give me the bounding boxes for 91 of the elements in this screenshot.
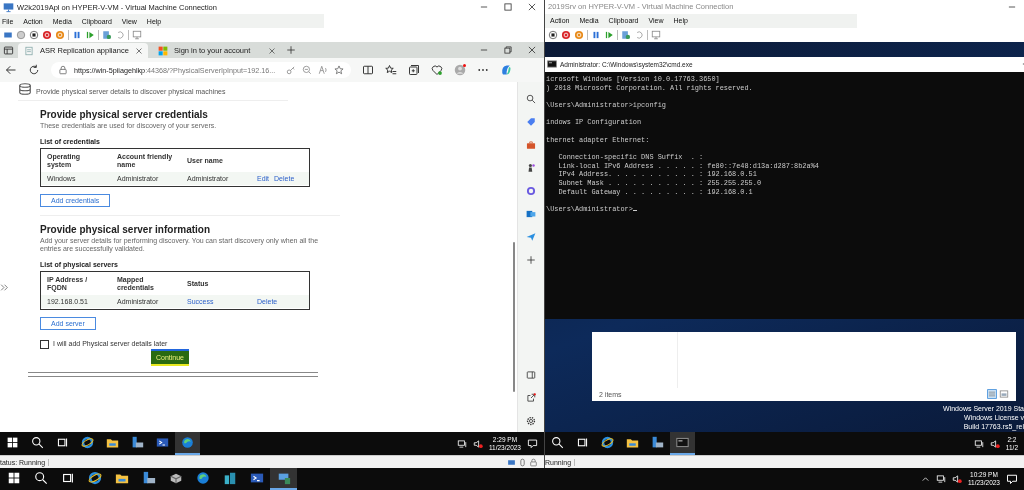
ring-icon <box>526 186 536 196</box>
paper-plane-icon <box>526 232 536 242</box>
network-icon <box>935 474 946 484</box>
undo-icon <box>634 29 644 40</box>
restore-icon <box>503 45 513 55</box>
document-icon <box>24 45 34 56</box>
monitor-icon <box>651 29 661 40</box>
close-icon <box>527 45 537 55</box>
zoom-out-icon <box>302 65 312 75</box>
settings-icon <box>526 416 536 426</box>
task-view-icon <box>60 471 75 485</box>
external-link-icon <box>526 393 536 403</box>
sidebar-icon <box>526 370 536 380</box>
search-icon <box>33 471 48 485</box>
chevron-up-icon <box>920 474 930 484</box>
start-icon <box>6 471 21 485</box>
section-title: Provide physical server information <box>40 223 212 235</box>
plus-icon <box>286 45 296 55</box>
undo-icon <box>115 30 125 40</box>
taskbar-button[interactable] <box>670 432 695 456</box>
terminal-icon <box>156 436 169 449</box>
vm-icon <box>3 1 14 13</box>
checkbox[interactable] <box>40 339 49 349</box>
database-icon <box>18 82 32 96</box>
keyboard-icon <box>507 457 516 467</box>
key-icon <box>286 65 296 75</box>
folder-icon <box>106 436 119 449</box>
volume-icon <box>472 438 483 449</box>
lock-icon <box>58 65 68 75</box>
mail-icon <box>526 209 536 219</box>
terminal-icon <box>249 471 264 485</box>
plus-icon <box>526 255 536 265</box>
split-screen-icon <box>362 64 374 76</box>
task-view-icon <box>576 436 589 450</box>
search-icon <box>526 94 536 104</box>
notification-icon <box>1006 473 1018 485</box>
network-icon <box>456 438 467 449</box>
folder-icon <box>626 436 639 450</box>
checkpoint-icon <box>621 29 631 40</box>
terminal-icon <box>676 436 689 450</box>
play-icon <box>604 29 614 40</box>
monitor-icon <box>132 30 142 40</box>
double-chevron-icon <box>0 282 9 292</box>
search-icon <box>551 436 564 450</box>
collections-icon <box>408 64 420 76</box>
volume-icon <box>951 474 962 484</box>
server-icon <box>651 436 664 450</box>
search-icon <box>31 436 44 449</box>
maximize-icon <box>503 2 513 12</box>
refresh-icon <box>28 64 40 76</box>
circle-icon <box>16 30 26 40</box>
browser-icon <box>601 436 614 450</box>
back-icon <box>5 64 17 76</box>
browser-icon <box>81 436 94 449</box>
terminal-icon <box>547 59 557 70</box>
close-icon <box>268 46 276 55</box>
browser-icon <box>87 471 102 485</box>
tab-actions-icon <box>3 44 14 56</box>
pause-icon <box>72 30 82 40</box>
start-icon <box>6 436 19 449</box>
close-icon <box>527 2 537 12</box>
tag-icon <box>526 117 536 127</box>
star-icon <box>334 65 344 75</box>
volume-icon <box>989 438 1000 449</box>
copilot-icon <box>500 64 512 76</box>
browser-icon <box>181 436 194 449</box>
details-view-icon <box>987 389 997 400</box>
task-view-icon <box>56 436 69 449</box>
close-icon <box>134 46 143 55</box>
chess-piece-icon <box>526 163 536 173</box>
checkpoint-icon <box>102 30 112 40</box>
network-icon <box>973 438 984 449</box>
read-aloud-icon <box>318 65 328 75</box>
computer-icon <box>276 471 291 485</box>
browser-icon <box>195 471 210 485</box>
text-cursor <box>632 209 637 212</box>
avatar-icon <box>454 64 466 76</box>
favorites-icon <box>385 64 397 76</box>
server-icon <box>141 471 156 485</box>
play-icon <box>85 30 95 40</box>
building-icon <box>222 471 237 485</box>
four-squares-icon <box>158 45 168 56</box>
notification-icon <box>527 438 538 449</box>
pause-icon <box>591 29 601 40</box>
box-icon <box>168 471 183 485</box>
briefcase-icon <box>526 140 536 150</box>
section-title: Provide physical server credentials <box>40 109 209 120</box>
server-icon <box>131 436 144 449</box>
heart-icon <box>431 64 443 76</box>
keyboard-icon <box>3 30 13 40</box>
lock-icon <box>529 457 538 467</box>
